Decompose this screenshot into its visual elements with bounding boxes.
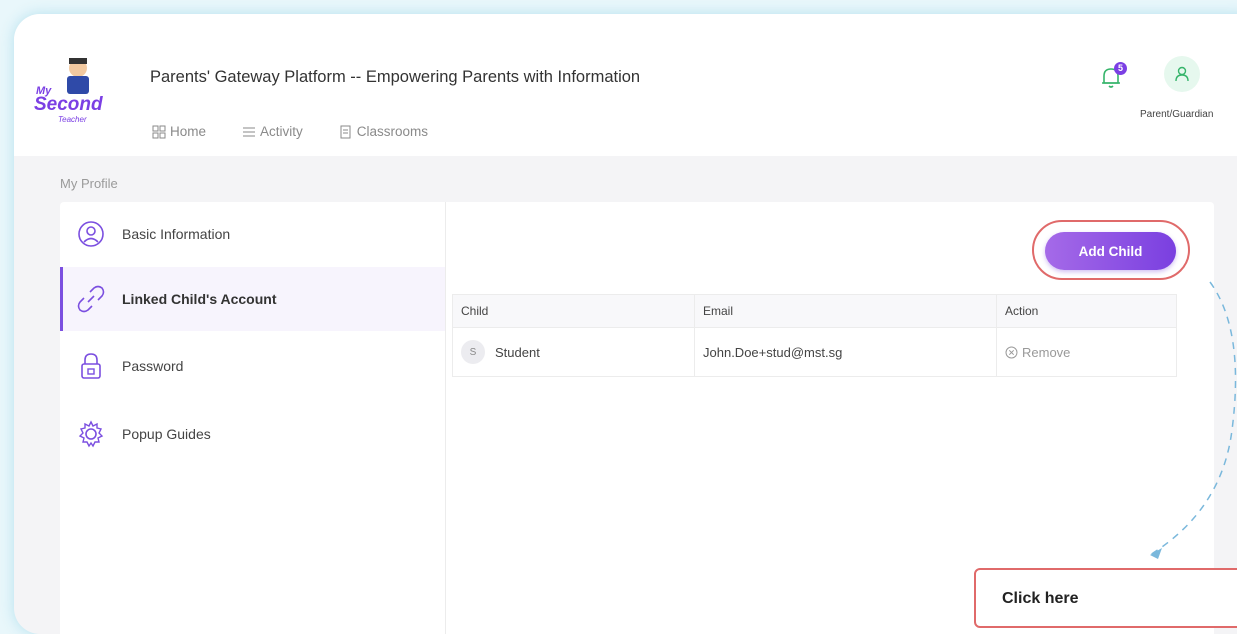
cell-email: John.Doe+stud@mst.sg [694,327,997,377]
linked-children-table: Child Email Action S Student John.Doe+st… [452,294,1177,377]
site-title: Parents' Gateway Platform -- Empowering … [150,68,641,86]
nav-home[interactable]: Home [152,124,206,139]
callout-text: Click here [1002,590,1079,607]
sidebar-item-label: Popup Guides [122,426,211,442]
child-name: Student [495,344,540,360]
close-circle-icon [1005,346,1018,358]
add-child-button[interactable]: Add Child [1045,232,1176,270]
gear-icon [78,420,104,448]
cell-child: S Student [452,327,695,377]
nav-classrooms-label: Classrooms [356,124,429,139]
main-nav: Home Activity Classrooms [152,124,428,139]
sidebar-item-password[interactable]: Password [60,334,445,398]
child-avatar: S [461,340,485,364]
sidebar-item-label: Basic Information [122,226,231,242]
remove-label: Remove [1022,344,1071,360]
col-email-header: Email [694,294,997,328]
logo-word-second: Second [34,94,103,115]
list-icon [243,127,256,136]
sidebar-item-popup-guides[interactable]: Popup Guides [60,402,445,466]
logo: My Second Teacher [34,58,103,124]
logo-word-teacher: Teacher [58,115,87,124]
link-icon [77,285,105,313]
col-child-header: Child [452,294,695,328]
sidebar-item-label: Password [122,358,184,374]
user-role: Parent/Guardian [1140,109,1214,120]
col-action-header: Action [996,294,1177,328]
table-header-row: Child Email Action [452,294,1177,328]
lock-icon [81,353,101,379]
cell-action: Remove [996,327,1177,377]
nav-classrooms[interactable]: Classrooms [339,124,428,139]
sidebar-item-label: Linked Child's Account [122,291,277,307]
top-bar: My Second Teacher Parents' Gateway Platf… [14,14,1237,156]
document-icon [340,125,351,138]
table-row: S Student John.Doe+stud@mst.sg Remove [452,327,1177,377]
notification-badge: 5 [1114,62,1127,75]
instruction-callout: Click here [974,568,1237,628]
sidebar-item-linked-account[interactable]: Linked Child's Account [60,267,445,331]
avatar[interactable] [1164,56,1200,92]
grid-icon [152,125,166,138]
user-icon [1175,66,1189,82]
sidebar-item-basic-information[interactable]: Basic Information [60,202,445,266]
remove-button[interactable]: Remove [1005,345,1168,360]
nav-activity-label: Activity [260,124,303,139]
nav-home-label: Home [170,124,207,139]
breadcrumb: My Profile [60,176,118,191]
profile-sidebar: Basic Information Linked Child's Account… [60,202,445,634]
nav-activity[interactable]: Activity [242,124,303,139]
user-circle-icon [78,221,104,247]
